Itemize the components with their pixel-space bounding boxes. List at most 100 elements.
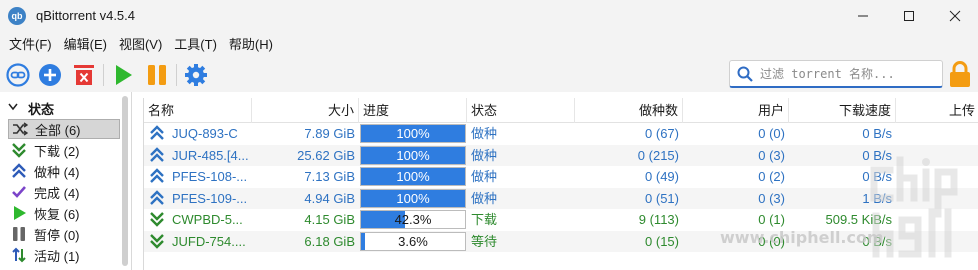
menu-edit[interactable]: 编辑(E) bbox=[59, 34, 112, 53]
sidebar-item-label: 暂停 (0) bbox=[34, 227, 80, 243]
play-icon bbox=[116, 65, 132, 85]
title-bar: qb qBittorrent v4.5.4 bbox=[0, 0, 978, 31]
download-icon bbox=[150, 234, 164, 249]
torrent-size: 4.94 GiB bbox=[304, 190, 355, 206]
column-header-size[interactable]: 大小 bbox=[252, 98, 359, 123]
minimize-button[interactable] bbox=[840, 0, 886, 31]
watermark-url: www.chiphell.com bbox=[720, 228, 884, 247]
menu-view[interactable]: 视图(V) bbox=[114, 34, 167, 53]
table-header: 名称 大小 进度 状态 做种数 用户 下载速度 上传 bbox=[144, 98, 978, 123]
progress-bar: 100% bbox=[360, 167, 466, 187]
menu-tools[interactable]: 工具(T) bbox=[169, 34, 222, 53]
minimize-icon bbox=[858, 15, 868, 16]
progress-bar: 100% bbox=[360, 124, 466, 143]
torrent-name: PFES-109-... bbox=[172, 190, 248, 206]
close-button[interactable] bbox=[932, 0, 978, 31]
window-title: qBittorrent v4.5.4 bbox=[36, 8, 135, 23]
sidebar-item-active[interactable]: 活动 (1) bbox=[8, 245, 120, 265]
resume-button[interactable] bbox=[110, 62, 136, 88]
sidebar-scrollbar[interactable] bbox=[122, 96, 128, 266]
progress-text: 100% bbox=[396, 126, 430, 141]
menu-file[interactable]: 文件(F) bbox=[4, 34, 57, 53]
table-row[interactable]: PFES-109-... 4.94 GiB 100% 做种 0 (51) 0 (3) 1 B… bbox=[144, 187, 978, 209]
add-link-button[interactable] bbox=[5, 62, 31, 88]
check-icon bbox=[10, 183, 28, 201]
maximize-button[interactable] bbox=[886, 0, 932, 31]
status-header-label: 状态 bbox=[28, 102, 55, 117]
column-header-download-speed[interactable]: 下载速度 bbox=[789, 98, 896, 123]
sidebar-item-completed[interactable]: 完成 (4) bbox=[8, 182, 120, 202]
sidebar-item-downloading[interactable]: 下载 (2) bbox=[8, 140, 120, 160]
add-torrent-button[interactable] bbox=[37, 62, 63, 88]
torrent-seeds: 0 (215) bbox=[637, 147, 679, 163]
lock-icon bbox=[950, 61, 970, 87]
sidebar-item-label: 完成 (4) bbox=[34, 185, 80, 201]
progress-bar: 42.3% bbox=[360, 210, 466, 230]
gear-icon bbox=[185, 64, 207, 86]
delete-button[interactable] bbox=[71, 62, 97, 88]
status-header[interactable]: 状态 bbox=[8, 99, 54, 118]
sidebar-item-label: 恢复 (6) bbox=[34, 206, 80, 222]
torrent-seeds: 0 (51) bbox=[645, 190, 679, 206]
progress-bar: 100% bbox=[360, 188, 466, 208]
sidebar-item-seeding[interactable]: 做种 (4) bbox=[8, 161, 120, 181]
progress-text: 3.6% bbox=[398, 234, 428, 249]
torrent-size: 7.13 GiB bbox=[304, 169, 355, 185]
torrent-size: 7.89 GiB bbox=[304, 126, 355, 141]
table-row[interactable]: JUR-485.[4... 25.62 GiB 100% 做种 0 (215) 0 (3)… bbox=[144, 144, 978, 166]
torrent-status: 做种 bbox=[471, 126, 498, 141]
torrent-name: JUQ-893-C bbox=[172, 126, 238, 141]
shuffle-icon bbox=[11, 120, 29, 138]
torrent-download-speed: 0 B/s bbox=[862, 126, 892, 141]
table-row[interactable]: JUQ-893-C 7.89 GiB 100% 做种 0 (67) 0 (0) 0 B/s bbox=[144, 123, 978, 144]
progress-bar: 100% bbox=[360, 145, 466, 165]
link-icon bbox=[6, 63, 30, 87]
column-header-status[interactable]: 状态 bbox=[467, 98, 575, 123]
torrent-peers: 0 (0) bbox=[758, 126, 785, 141]
options-button[interactable] bbox=[183, 62, 209, 88]
progress-bar: 3.6% bbox=[360, 232, 466, 251]
torrent-name: CWPBD-5... bbox=[172, 212, 243, 228]
delete-icon bbox=[74, 65, 94, 85]
sidebar-item-label: 活动 (1) bbox=[34, 248, 80, 264]
search-box[interactable]: 过滤 torrent 名称... bbox=[729, 60, 943, 88]
torrent-name: JUFD-754.... bbox=[172, 234, 246, 249]
column-header-progress[interactable]: 进度 bbox=[359, 98, 467, 123]
progress-text: 100% bbox=[396, 169, 430, 185]
torrent-peers: 0 (3) bbox=[758, 147, 785, 163]
menu-bar: 文件(F) 编辑(E) 视图(V) 工具(T) 帮助(H) bbox=[0, 31, 978, 56]
app-logo-icon: qb bbox=[8, 6, 26, 25]
torrent-status: 下载 bbox=[471, 212, 498, 228]
torrent-name: PFES-108-... bbox=[172, 169, 248, 185]
upload-icon bbox=[150, 190, 164, 205]
torrent-seeds: 0 (67) bbox=[645, 126, 679, 141]
pause-button[interactable] bbox=[144, 62, 170, 88]
pause-icon bbox=[148, 65, 166, 85]
lock-button[interactable] bbox=[946, 60, 974, 88]
torrent-size: 4.15 GiB bbox=[304, 212, 355, 228]
sidebar-item-all[interactable]: 全部 (6) bbox=[8, 119, 120, 139]
torrent-status: 做种 bbox=[471, 190, 498, 206]
torrent-peers: 0 (2) bbox=[758, 169, 785, 185]
torrent-seeds: 0 (15) bbox=[645, 234, 679, 249]
upload-icon bbox=[150, 168, 164, 184]
search-icon bbox=[736, 65, 754, 83]
activity-icon bbox=[10, 246, 28, 264]
column-header-upload-speed[interactable]: 上传 bbox=[896, 98, 978, 123]
play-icon bbox=[10, 204, 28, 222]
table-row[interactable]: PFES-108-... 7.13 GiB 100% 做种 0 (49) 0 (2) 0 B… bbox=[144, 166, 978, 187]
sidebar-item-resumed[interactable]: 恢复 (6) bbox=[8, 203, 120, 223]
toolbar: 过滤 torrent 名称... bbox=[0, 56, 978, 92]
column-header-peers[interactable]: 用户 bbox=[683, 98, 789, 123]
download-icon bbox=[10, 141, 28, 159]
sidebar-item-paused[interactable]: 暂停 (0) bbox=[8, 224, 120, 244]
torrent-seeds: 9 (113) bbox=[638, 212, 679, 228]
menu-help[interactable]: 帮助(H) bbox=[224, 34, 278, 53]
column-header-name[interactable]: 名称 bbox=[144, 98, 252, 123]
maximize-icon bbox=[904, 10, 914, 21]
column-header-seeds[interactable]: 做种数 bbox=[575, 98, 683, 123]
torrent-status: 做种 bbox=[471, 147, 498, 163]
search-input[interactable]: 过滤 torrent 名称... bbox=[760, 65, 895, 82]
close-icon bbox=[949, 10, 961, 21]
sidebar-item-label: 全部 (6) bbox=[35, 122, 81, 138]
